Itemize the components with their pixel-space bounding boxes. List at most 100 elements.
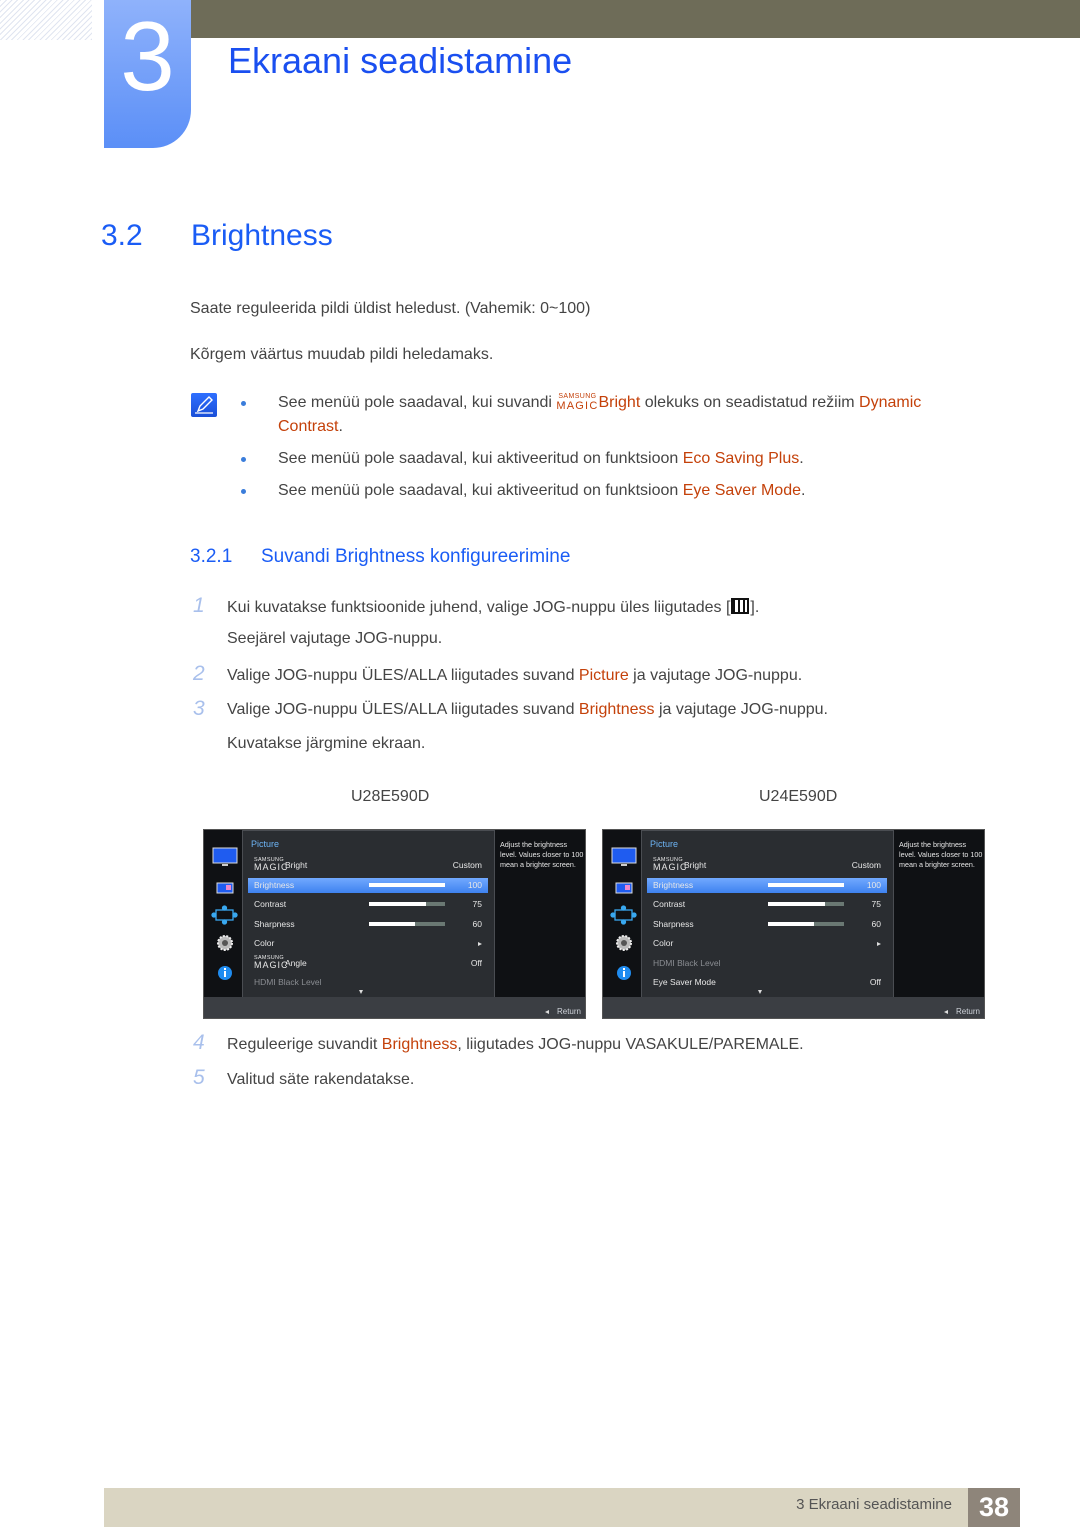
step-number: 5 [193,1066,205,1089]
menu-button-icon [731,598,750,614]
osd-slider[interactable] [369,882,445,887]
return-button[interactable]: Return [943,1007,980,1016]
osd-item-value: 100 [467,879,482,890]
osd-menu-item[interactable]: HDMI Black Level [248,975,488,990]
osd-sidebar [204,830,242,998]
osd-menu-item[interactable]: Contrast 75 [647,897,887,912]
osd-menu-title: Picture [650,839,679,849]
osd-item-label: Contrast [254,899,287,909]
osd-item-label: Bright [684,860,707,870]
osd-menu-item[interactable]: Brightness 100 [647,877,887,893]
position-arrows-icon [610,905,637,925]
model-label: U24E590D [759,788,838,805]
info-icon [218,966,232,980]
step-text: Reguleerige suvandit Brightness, liiguta… [227,1036,804,1053]
chapter-number: 3 [120,1,175,111]
osd-item-value: 100 [866,879,881,890]
osd-menu-item[interactable]: Contrast 75 [248,897,488,912]
gear-icon [217,935,233,951]
osd-slider[interactable] [768,902,844,906]
scroll-down-icon[interactable] [359,990,363,994]
osd-footer: Return [204,997,585,1018]
page-number: 38 [968,1488,1020,1527]
osd-slider[interactable] [369,902,445,906]
osd-item-value: 75 [871,899,881,909]
screen-icon [615,882,633,894]
osd-item-value: 60 [871,918,881,929]
osd-item-value: Off [869,977,881,987]
osd-slider[interactable] [768,921,844,926]
osd-slider-fill [369,921,415,926]
step-text-continuation: Kuvatakse järgmine ekraan. [227,735,426,752]
osd-menu-item[interactable]: Sharpness 60 [647,917,887,932]
footer-chapter-label: 3 Ekraani seadistamine [796,1496,952,1513]
scroll-down-icon[interactable] [758,990,762,994]
osd-menu-title: Picture [251,839,280,849]
osd-item-label: Bright [285,860,308,870]
osd-slider-fill [768,902,825,906]
osd-item-label: HDMI Black Level [653,957,721,968]
osd-menu-item[interactable]: Color [647,936,887,951]
osd-menu-item[interactable]: SAMSUNG MAGIC Angle Off [248,955,488,971]
osd-item-label: Color [653,938,674,948]
return-button[interactable]: Return [544,1007,581,1016]
note-pencil-icon [191,393,217,417]
submenu-arrow-icon [877,938,881,948]
osd-sidebar [603,830,641,998]
screen-icon [216,882,234,894]
header-bar [160,0,1080,38]
magic-brand-big: MAGIC [653,862,688,872]
osd-item-label: Color [254,938,275,948]
osd-item-label: Eye Saver Mode [653,977,716,987]
model-label: U28E590D [351,788,430,805]
chapter-tab: 3 [104,0,191,148]
osd-slider-fill [369,902,426,906]
step-number: 3 [193,697,205,720]
position-arrows-icon [211,905,238,925]
osd-slider[interactable] [768,882,844,887]
osd-menu-item[interactable]: HDMI Black Level [647,956,887,971]
osd-slider[interactable] [369,921,445,926]
osd-menu-item[interactable]: SAMSUNG MAGIC Bright Custom [647,857,887,873]
note-item-continuation: Contrast. [278,418,343,435]
osd-item-value: Off [470,957,482,968]
step-text: Valige JOG-nuppu ÜLES/ALLA liigutades su… [227,667,803,684]
osd-item-label: Brightness [653,879,694,890]
step-text: Valige JOG-nuppu ÜLES/ALLA liigutades su… [227,701,828,718]
subsection-title: Suvandi Brightness konfigureerimine [261,546,571,567]
osd-slider-fill [768,882,844,887]
magic-brand-big: MAGIC [254,862,289,872]
note-item: See menüü pole saadaval, kui aktiveeritu… [278,450,804,467]
osd-footer: Return [603,997,984,1018]
note-item: See menüü pole saadaval, kui aktiveeritu… [278,482,806,499]
left-arrow-icon [544,1010,549,1014]
osd-item-value: Custom [851,860,881,870]
osd-help-text: Adjust the brightness level. Values clos… [500,840,584,869]
step-number: 2 [193,662,205,685]
bullet-icon [241,457,246,462]
osd-item-value: 75 [472,899,482,909]
osd-item-value: Custom [452,860,482,870]
subsection-number: 3.2.1 [190,546,233,567]
picture-monitor-icon [212,847,238,866]
osd-menu-item[interactable]: SAMSUNG MAGIC Bright Custom [248,857,488,873]
osd-menu-item[interactable]: Color [248,936,488,951]
step-text: Kui kuvatakse funktsioonide juhend, vali… [227,598,760,616]
magic-brand-big: MAGIC [254,959,289,970]
osd-item-label: HDMI Black Level [254,977,322,987]
osd-item-label: Angle [285,957,307,968]
note-item: See menüü pole saadaval, kui suvandi SAM… [278,393,922,412]
osd-item-label: Sharpness [254,918,295,929]
section-number: 3.2 [101,219,143,252]
step-number: 4 [193,1031,205,1054]
info-icon [617,966,631,980]
osd-menu-item[interactable]: Brightness 100 [248,877,488,893]
header-hatch-decoration [0,0,92,40]
submenu-arrow-icon [478,938,482,948]
osd-menu-item[interactable]: Eye Saver Mode Off [647,975,887,990]
step-number: 1 [193,594,205,617]
osd-item-label: Contrast [653,899,686,909]
osd-help-text: Adjust the brightness level. Values clos… [899,840,983,869]
magic-brand-logo: SAMSUNG MAGIC [556,393,599,412]
osd-menu-item[interactable]: Sharpness 60 [248,917,488,932]
